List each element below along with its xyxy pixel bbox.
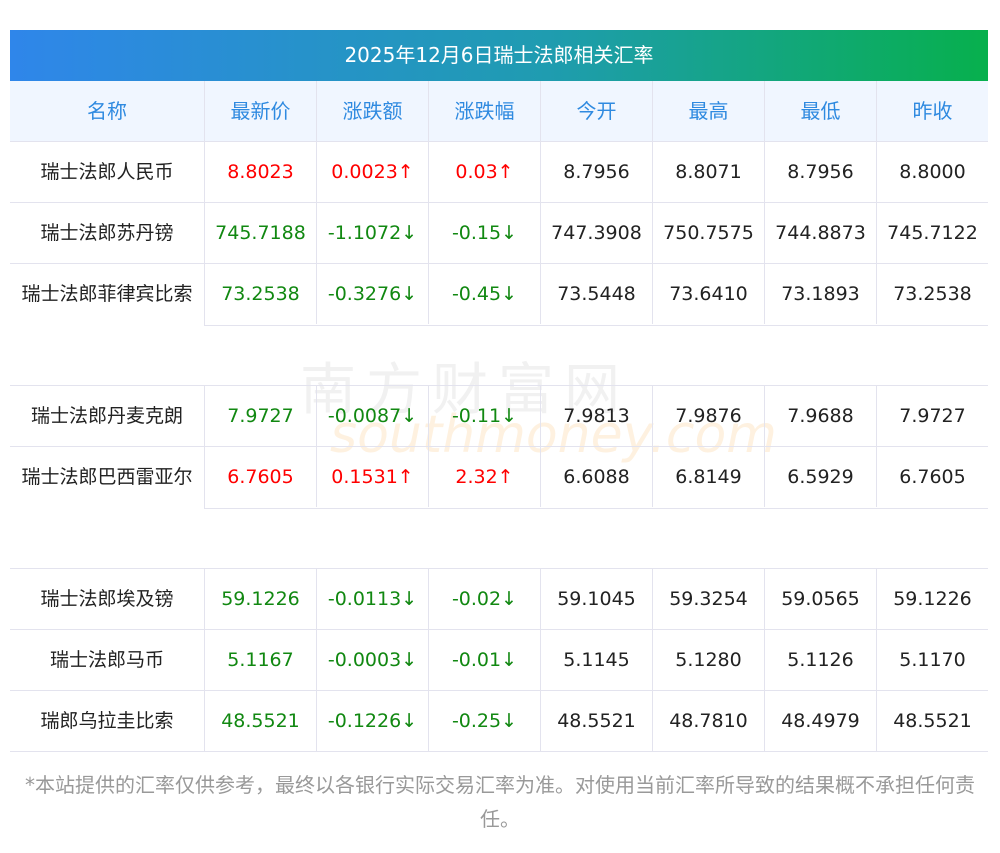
rate-table: 2025年12月6日瑞士法郎相关汇率 名称 最新价 涨跌额 涨跌幅 今开 最高 最低 昨收 瑞… <box>10 30 988 752</box>
cell-open: 747.3908 <box>541 203 653 263</box>
cell-low: 73.1893 <box>765 264 877 324</box>
cell-open: 59.1045 <box>541 569 653 629</box>
cell-low: 59.0565 <box>765 569 877 629</box>
cell-low: 7.9688 <box>765 386 877 446</box>
cell-low: 48.4979 <box>765 691 877 751</box>
table-row[interactable]: 瑞士法郎马币 5.1167 -0.0003↓ -0.01↓ 5.1145 5.1280 5.… <box>10 630 988 691</box>
currency-name: 瑞士法郎巴西雷亚尔 <box>21 466 193 488</box>
cell-prev: 6.7605 <box>899 466 966 488</box>
cell-pct: -0.45↓ <box>429 264 541 324</box>
table-body: 瑞士法郎人民币 8.8023 0.0023↑ 0.03↑ 8.7956 8.8071 8.7… <box>10 142 988 752</box>
cell-latest: 73.2538 <box>205 264 317 324</box>
table-row[interactable]: 瑞士法郎丹麦克朗 7.9727 -0.0087↓ -0.11↓ 7.9813 7.9876… <box>10 386 988 447</box>
cell-high: 59.3254 <box>653 569 765 629</box>
cell-chg: 0.0023↑ <box>317 142 429 202</box>
cell-pct: -0.25↓ <box>429 691 541 751</box>
table-row[interactable]: 瑞士法郎苏丹镑 745.7188 -1.1072↓ -0.15↓ 747.3908 750… <box>10 203 988 264</box>
cell-chg: -0.0087↓ <box>317 386 429 446</box>
column-header: 涨跌额 <box>317 81 429 141</box>
column-header: 今开 <box>541 81 653 141</box>
cell-chg: -0.0113↓ <box>317 569 429 629</box>
cell-chg: -0.0003↓ <box>317 630 429 690</box>
currency-name: 瑞士法郎埃及镑 <box>10 569 205 629</box>
table-row[interactable]: 瑞士法郎埃及镑 59.1226 -0.0113↓ -0.02↓ 59.1045 59.32… <box>10 569 988 630</box>
cell-latest: 5.1167 <box>205 630 317 690</box>
currency-name: 瑞士法郎人民币 <box>10 142 205 202</box>
cell-prev: 745.7122 <box>887 222 978 244</box>
column-header: 最低 <box>765 81 877 141</box>
currency-name: 瑞士法郎丹麦克朗 <box>10 386 205 446</box>
cell-pct: -0.11↓ <box>429 386 541 446</box>
cell-high: 73.6410 <box>653 264 765 324</box>
cell-pct: -0.02↓ <box>429 569 541 629</box>
cell-high: 5.1280 <box>653 630 765 690</box>
cell-low: 8.7956 <box>765 142 877 202</box>
cell-chg: 0.1531↑ <box>317 447 429 507</box>
cell-prev: 48.5521 <box>893 710 972 732</box>
column-header: 涨跌幅 <box>429 81 541 141</box>
cell-prev: 8.8000 <box>899 161 966 183</box>
table-row[interactable]: 瑞士法郎巴西雷亚尔 6.7605 0.1531↑ 2.32↑ 6.6088 6.8149 6… <box>10 447 988 569</box>
cell-latest: 6.7605 <box>205 447 317 507</box>
table-row[interactable]: 瑞士法郎人民币 8.8023 0.0023↑ 0.03↑ 8.7956 8.8071 8.7… <box>10 142 988 203</box>
cell-latest: 7.9727 <box>205 386 317 446</box>
cell-high: 48.7810 <box>653 691 765 751</box>
cell-low: 5.1126 <box>765 630 877 690</box>
cell-high: 8.8071 <box>653 142 765 202</box>
currency-name: 瑞士法郎苏丹镑 <box>10 203 205 263</box>
cell-pct: -0.15↓ <box>429 203 541 263</box>
cell-high: 7.9876 <box>653 386 765 446</box>
cell-open: 7.9813 <box>541 386 653 446</box>
cell-high: 750.7575 <box>653 203 765 263</box>
currency-name: 瑞士法郎菲律宾比索 <box>21 283 193 305</box>
cell-chg: -1.1072↓ <box>317 203 429 263</box>
cell-pct: -0.01↓ <box>429 630 541 690</box>
cell-chg: -0.1226↓ <box>317 691 429 751</box>
column-header: 名称 <box>10 81 205 141</box>
table-row[interactable]: 瑞士法郎菲律宾比索 73.2538 -0.3276↓ -0.45↓ 73.5448 73.… <box>10 264 988 386</box>
cell-open: 48.5521 <box>541 691 653 751</box>
cell-open: 73.5448 <box>541 264 653 324</box>
table-row[interactable]: 瑞郎乌拉圭比索 48.5521 -0.1226↓ -0.25↓ 48.5521 48.78… <box>10 691 988 752</box>
currency-name: 瑞郎乌拉圭比索 <box>10 691 205 751</box>
cell-pct: 0.03↑ <box>429 142 541 202</box>
cell-high: 6.8149 <box>653 447 765 507</box>
cell-prev: 73.2538 <box>893 283 972 305</box>
cell-open: 8.7956 <box>541 142 653 202</box>
cell-latest: 745.7188 <box>205 203 317 263</box>
table-title: 2025年12月6日瑞士法郎相关汇率 <box>10 30 988 81</box>
cell-low: 744.8873 <box>765 203 877 263</box>
cell-low: 6.5929 <box>765 447 877 507</box>
column-header: 最高 <box>653 81 765 141</box>
cell-open: 5.1145 <box>541 630 653 690</box>
cell-latest: 59.1226 <box>205 569 317 629</box>
cell-latest: 8.8023 <box>205 142 317 202</box>
cell-prev: 7.9727 <box>899 405 966 427</box>
cell-pct: 2.32↑ <box>429 447 541 507</box>
disclaimer: *本站提供的汇率仅供参考，最终以各银行实际交易汇率为准。对使用当前汇率所导致的结… <box>25 773 975 831</box>
cell-latest: 48.5521 <box>205 691 317 751</box>
header-row: 名称 最新价 涨跌额 涨跌幅 今开 最高 最低 昨收 <box>10 81 988 142</box>
cell-prev: 59.1226 <box>893 588 972 610</box>
cell-prev: 5.1170 <box>899 649 966 671</box>
currency-name: 瑞士法郎马币 <box>10 630 205 690</box>
cell-open: 6.6088 <box>541 447 653 507</box>
column-header: 最新价 <box>205 81 317 141</box>
column-header: 昨收 <box>912 99 953 123</box>
cell-chg: -0.3276↓ <box>317 264 429 324</box>
